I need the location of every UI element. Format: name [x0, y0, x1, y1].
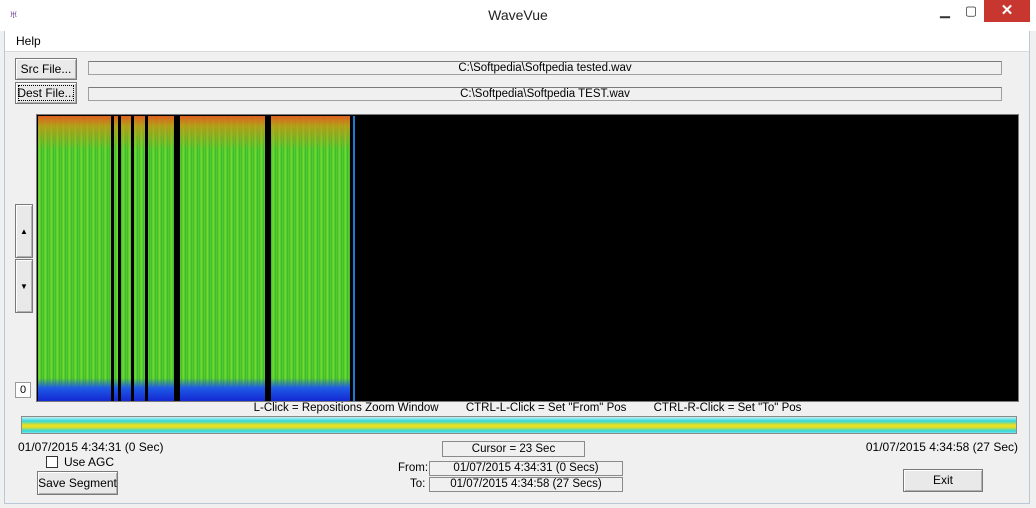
start-time-label: 01/07/2015 4:34:31 (0 Sec)	[18, 440, 164, 454]
spectrogram-gap	[131, 116, 134, 401]
exit-button[interactable]: Exit	[903, 469, 983, 492]
to-label: To:	[410, 478, 426, 490]
minimize-button[interactable]: ▁	[932, 0, 958, 22]
spectrogram-gap	[265, 116, 271, 401]
arrow-down-icon: ▼	[20, 282, 28, 291]
spectrogram-canvas[interactable]	[36, 114, 1019, 402]
spectrogram-data	[38, 116, 350, 401]
hint-ctrl-left-click: CTRL-L-Click = Set "From" Pos	[465, 402, 627, 414]
click-hints: L-Click = Repositions Zoom Window CTRL-L…	[36, 402, 1019, 414]
arrow-up-icon: ▲	[20, 227, 28, 236]
zoom-down-button[interactable]: ▼	[15, 259, 33, 313]
maximize-button[interactable]: ▢	[958, 0, 984, 22]
spectrogram-gap	[111, 116, 114, 401]
hint-ctrl-right-click: CTRL-R-Click = Set "To" Pos	[653, 402, 802, 414]
dest-file-button[interactable]: Dest File...	[15, 82, 77, 104]
save-segment-button[interactable]: Save Segment	[37, 471, 118, 495]
menu-bar: Help	[5, 31, 1029, 52]
from-label: From:	[398, 462, 429, 474]
spectrogram-gap	[174, 116, 180, 401]
dest-file-path: C:\Softpedia\Softpedia TEST.wav	[88, 87, 1002, 101]
menu-help[interactable]: Help	[16, 34, 41, 48]
hint-left-click: L-Click = Repositions Zoom Window	[253, 402, 439, 414]
spectrogram-gap	[145, 116, 148, 401]
cursor-readout: Cursor = 23 Sec	[442, 441, 585, 457]
to-value: 01/07/2015 4:34:58 (27 Secs)	[429, 477, 623, 492]
zoom-level: 0	[15, 382, 31, 398]
title-bar: ♅ WaveVue ▁ ▢ ✕	[0, 0, 1036, 31]
zoom-up-button[interactable]: ▲	[15, 204, 33, 258]
overview-bar[interactable]	[21, 416, 1017, 434]
window-title: WaveVue	[488, 7, 548, 23]
use-agc-checkbox[interactable]	[46, 456, 58, 468]
src-file-button[interactable]: Src File...	[15, 58, 77, 80]
use-agc-label: Use AGC	[64, 455, 115, 469]
from-value: 01/07/2015 4:34:31 (0 Secs)	[429, 461, 623, 476]
src-file-path: C:\Softpedia\Softpedia tested.wav	[88, 61, 1002, 75]
close-button[interactable]: ✕	[984, 0, 1030, 22]
end-time-label: 01/07/2015 4:34:58 (27 Sec)	[865, 440, 1018, 454]
spectrogram-cursor[interactable]	[353, 116, 355, 401]
spectrogram-gap	[118, 116, 121, 401]
